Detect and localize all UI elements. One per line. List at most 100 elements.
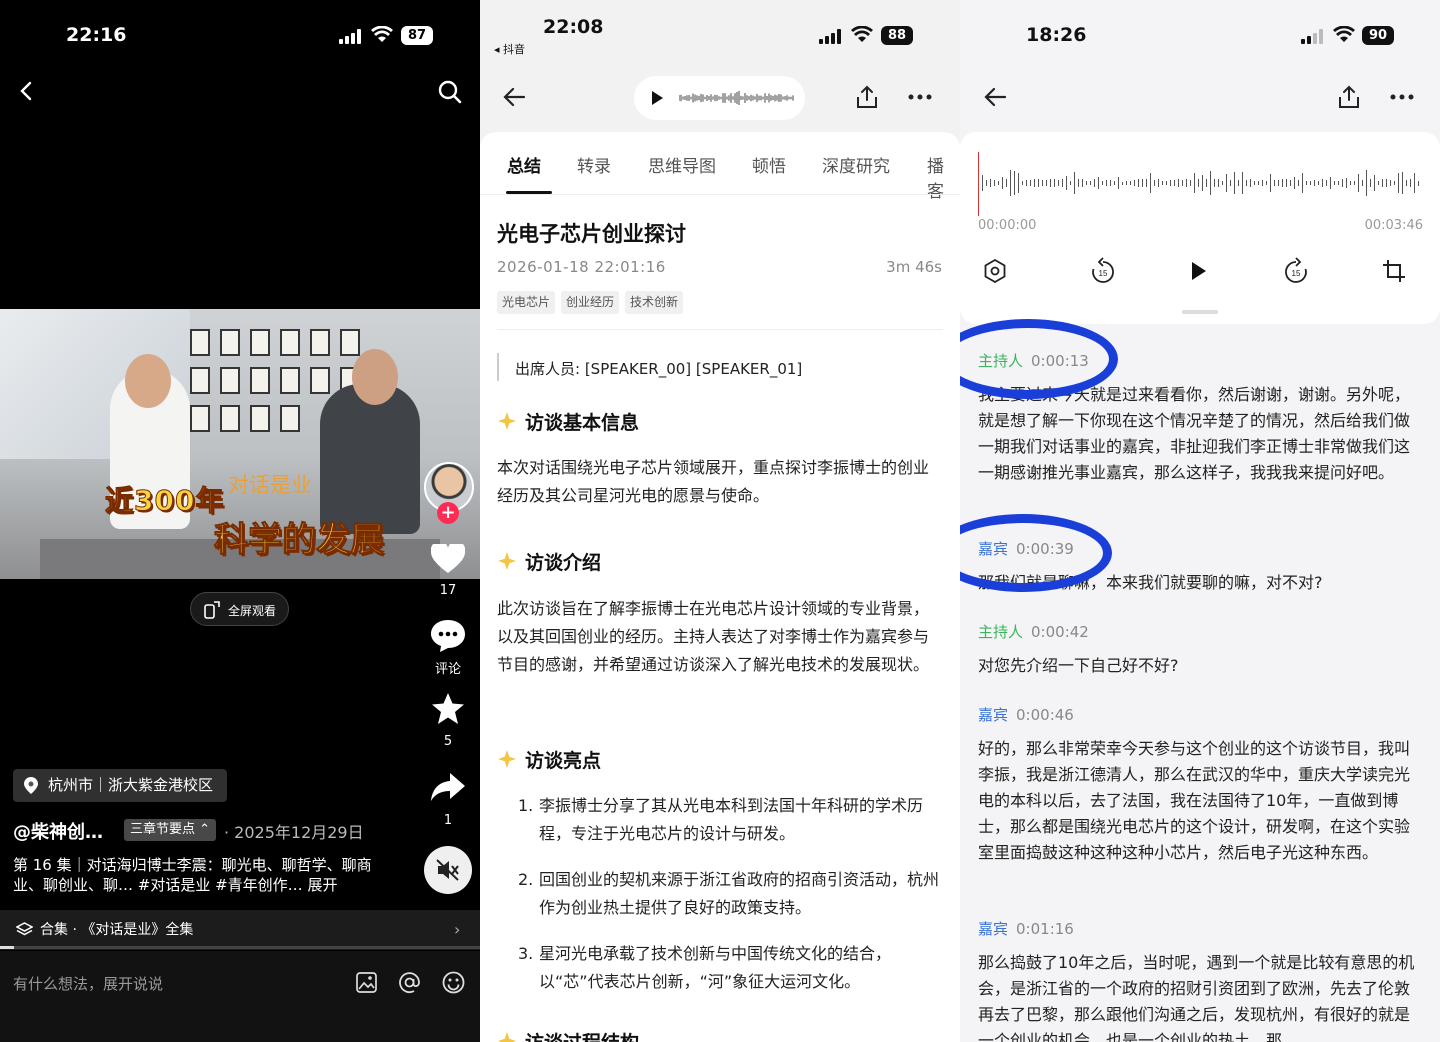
section-heading: 访谈基本信息	[497, 408, 639, 435]
speaker-label[interactable]: 嘉宾 0:00:46	[978, 704, 1074, 725]
waveform-bar	[1322, 179, 1323, 187]
video-frame[interactable]: 近300年 对话是业 科学的发展	[0, 309, 480, 579]
waveform-bar	[1058, 180, 1059, 186]
tab-deep-research[interactable]: 深度研究	[822, 152, 890, 177]
time-start: 00:00:00	[978, 218, 1037, 233]
waveform-bar	[1186, 178, 1187, 188]
waveform-bar	[1126, 181, 1127, 185]
waveform-bar	[1410, 179, 1411, 187]
waveform[interactable]	[978, 170, 1422, 196]
tab-transcript[interactable]: 转录	[577, 152, 611, 177]
like-count: 17	[439, 583, 457, 598]
search-icon[interactable]	[437, 79, 463, 105]
waveform-bar	[1334, 180, 1335, 186]
waveform-bar	[1146, 178, 1147, 188]
mention-icon[interactable]	[398, 971, 421, 994]
waveform-bar	[994, 180, 995, 186]
back-arrow-icon[interactable]	[983, 86, 1007, 108]
waveform-bar	[1094, 179, 1095, 187]
utterance-text: 对您先介绍一下自己好不好?	[978, 656, 1179, 675]
waveform-bar	[1358, 174, 1359, 192]
waveform-bar	[1134, 180, 1135, 186]
status-time: 18:26	[1026, 24, 1087, 46]
mute-button[interactable]	[424, 846, 472, 894]
list-item: 2. 回国创业的契机来源于浙江省政府的招商引资活动，杭州作为创业热土提供了良好的政…	[518, 870, 940, 917]
summary-card: 总结 转录 思维导图 顿悟 深度研究 播客 光电子芯片创业探讨 2026-01-…	[480, 132, 960, 1042]
comment-icon[interactable]	[430, 618, 466, 654]
tag-chip[interactable]: 技术创新	[625, 291, 684, 314]
back-arrow-icon[interactable]	[16, 80, 38, 102]
comment-input[interactable]: 有什么想法，展开说说	[13, 973, 163, 994]
list-item: 1. 李振博士分享了其从光电本科到法国十年科研的学术历程，专注于光电芯片的设计与研…	[518, 796, 924, 843]
share-icon[interactable]	[430, 772, 466, 802]
speaker-label[interactable]: 嘉宾 0:01:16	[978, 918, 1074, 939]
follow-button[interactable]: +	[437, 502, 459, 524]
video-description[interactable]: 第 16 集｜对话海归博士李震：聊光电、聊哲学、聊商业、聊创业、聊… #对话是业…	[13, 855, 393, 895]
waveform-bar	[1214, 178, 1215, 188]
image-icon[interactable]	[356, 972, 377, 993]
video-progress[interactable]	[0, 946, 480, 949]
waveform-bar	[1046, 180, 1047, 186]
waveform-bar	[1206, 179, 1207, 187]
mini-audio-player[interactable]	[634, 76, 805, 120]
back-arrow-icon[interactable]	[502, 86, 526, 108]
waveform-bar	[990, 179, 991, 188]
location-tag[interactable]: 杭州市｜浙大紫金港校区	[13, 769, 227, 802]
waveform-bar	[1182, 180, 1183, 186]
waveform-bar	[1250, 178, 1251, 188]
waveform-bar	[1154, 180, 1155, 186]
share-upload-icon[interactable]	[856, 85, 878, 109]
waveform-bar	[1002, 176, 1003, 190]
host-head	[125, 354, 171, 408]
waveform-bar	[1246, 180, 1247, 186]
collection-label: 合集 · 《对话是业》全集	[40, 922, 194, 938]
fullscreen-button[interactable]: 全屏观看	[190, 592, 289, 626]
fullscreen-icon	[204, 601, 220, 619]
waveform-bar	[1062, 179, 1063, 187]
play-icon[interactable]	[651, 90, 664, 106]
star-icon[interactable]	[431, 692, 465, 725]
collection-bar[interactable]: 合集 · 《对话是业》全集 ›	[0, 910, 480, 950]
waveform-bar	[1026, 180, 1027, 186]
emoji-icon[interactable]	[442, 971, 465, 994]
waveform-bar	[1326, 179, 1327, 187]
speed-settings-icon[interactable]	[983, 259, 1007, 283]
waveform-bar	[1290, 180, 1291, 186]
waveform-bar	[1382, 179, 1383, 187]
speaker-label[interactable]: 主持人 0:00:42	[978, 621, 1089, 642]
author-name[interactable]: @柴神创…	[13, 818, 103, 844]
waveform-bar	[1174, 180, 1175, 186]
waveform-bar	[1234, 171, 1235, 195]
waveform-bar	[1014, 171, 1015, 195]
back-to-app-link[interactable]: ◂ 抖音	[494, 41, 525, 57]
chevron-right-icon: ›	[454, 920, 461, 939]
waveform-bar	[1010, 170, 1011, 196]
chapter-points-button[interactable]: 三章节要点 ⌃	[124, 819, 217, 841]
crop-icon[interactable]	[1382, 259, 1406, 283]
play-icon[interactable]	[1191, 261, 1207, 281]
waveform-bar	[1082, 179, 1083, 187]
playhead[interactable]	[978, 152, 979, 216]
more-options-icon[interactable]	[908, 94, 932, 100]
tab-insight[interactable]: 顿悟	[752, 152, 786, 177]
waveform-bar	[1078, 178, 1079, 188]
waveform-bar	[1086, 181, 1087, 185]
rewind-15-icon[interactable]: 15	[1090, 257, 1116, 285]
summary-panel: 22:08 ◂ 抖音 88 总结 转录 思维导图 顿悟 深度研究 播客 光电子芯…	[480, 0, 960, 1042]
share-upload-icon[interactable]	[1338, 85, 1360, 109]
tab-summary[interactable]: 总结	[507, 152, 541, 177]
tag-chip[interactable]: 光电芯片	[497, 291, 556, 314]
forward-15-icon[interactable]: 15	[1283, 257, 1309, 285]
waveform-bar	[1210, 170, 1211, 196]
battery-icon: 88	[881, 26, 913, 45]
audio-player: 00:00:00 00:03:46 15 15	[960, 132, 1440, 324]
svg-text:15: 15	[1099, 269, 1108, 278]
more-options-icon[interactable]	[1390, 94, 1414, 100]
heart-icon[interactable]	[431, 544, 465, 574]
tab-mindmap[interactable]: 思维导图	[648, 152, 716, 177]
time-end: 00:03:46	[1364, 218, 1423, 233]
chapter-label: 三章节要点	[130, 822, 196, 837]
tag-chip[interactable]: 创业经历	[561, 291, 620, 314]
drag-handle[interactable]	[1182, 310, 1218, 314]
waveform-bar	[1314, 179, 1315, 187]
